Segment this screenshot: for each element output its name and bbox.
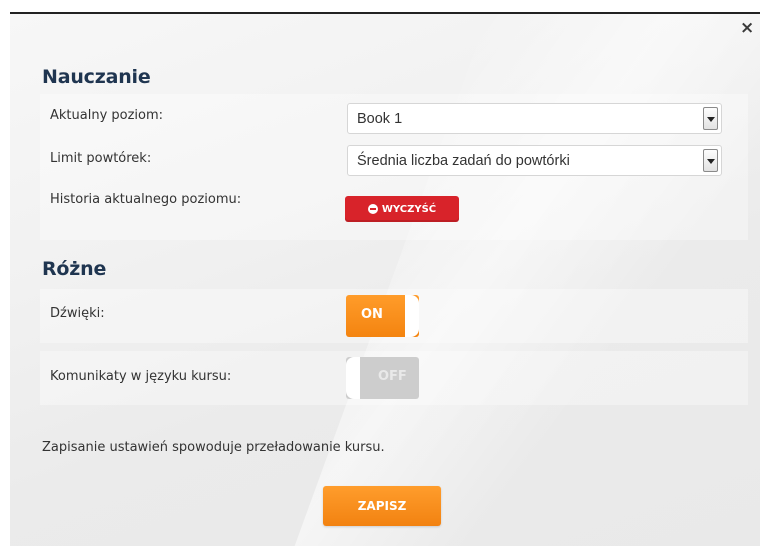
chevron-down-icon[interactable]	[703, 149, 718, 172]
review-limit-value: Średnia liczba zadań do powtórki	[357, 153, 570, 169]
level-history-label: Historia aktualnego poziomu:	[50, 192, 242, 207]
course-language-toggle[interactable]: OFF	[346, 357, 419, 399]
review-limit-select[interactable]: Średnia liczba zadań do powtórki	[347, 145, 722, 176]
toggle-knob	[346, 357, 360, 399]
sounds-toggle[interactable]: ON	[346, 295, 419, 337]
section-title-misc: Różne	[42, 258, 107, 280]
minus-circle-icon	[367, 204, 378, 214]
reload-note: Zapisanie ustawień spowoduje przeładowan…	[42, 440, 385, 455]
settings-dialog: × Nauczanie Aktualny poziom: Book 1 Limi…	[10, 12, 760, 546]
course-language-label: Komunikaty w języku kursu:	[50, 369, 232, 384]
course-language-toggle-state: OFF	[378, 369, 407, 384]
save-button[interactable]: ZAPISZ	[323, 486, 441, 526]
close-icon[interactable]: ×	[740, 20, 754, 37]
current-level-value: Book 1	[357, 111, 403, 127]
sounds-toggle-state: ON	[361, 307, 383, 322]
clear-history-button[interactable]: WYCZYŚĆ	[345, 196, 459, 222]
section-title-teaching: Nauczanie	[42, 66, 151, 88]
chevron-down-icon[interactable]	[703, 107, 718, 130]
current-level-label: Aktualny poziom:	[50, 108, 164, 123]
toggle-knob	[405, 295, 419, 337]
current-level-select[interactable]: Book 1	[347, 103, 722, 134]
sounds-label: Dźwięki:	[50, 306, 105, 321]
clear-history-button-label: WYCZYŚĆ	[381, 203, 437, 215]
review-limit-label: Limit powtórek:	[50, 151, 152, 166]
